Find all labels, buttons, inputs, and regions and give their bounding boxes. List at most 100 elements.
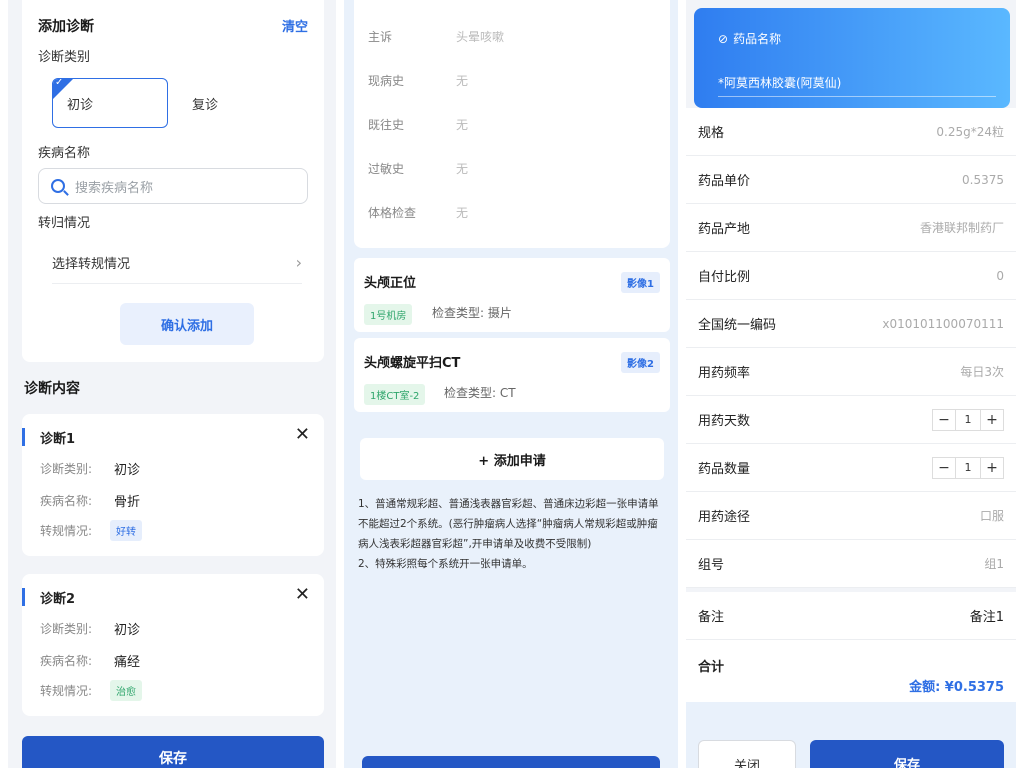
plus-button[interactable]: +: [981, 412, 1003, 428]
exam-item[interactable]: 头颅正位 影像1 1号机房 检查类型: 摄片: [354, 258, 670, 332]
quantity-row: 药品数量 − 1 +: [686, 444, 1016, 492]
request-notes: 1、普通常规彩超、普通浅表器官彩超、普通床边彩超一张申请单不能超过2个系统。(恶…: [358, 498, 659, 570]
image-badge: 影像1: [621, 272, 660, 293]
exam-request-panel: 主诉 头晕咳嗽 现病史 无 既往史 无 过敏史 无 体格检查 无 头颅正位 影像…: [344, 0, 678, 768]
row-value: 组1: [984, 557, 1004, 571]
row-value: x010101100070111: [882, 316, 1004, 331]
diagnosis-content-title: 诊断内容: [24, 381, 80, 397]
close-icon[interactable]: ✕: [295, 424, 310, 445]
unit-price-row: 药品单价 0.5375: [686, 156, 1016, 204]
frequency-row[interactable]: 用药频率 每日3次: [686, 348, 1016, 396]
disease-value: 骨折: [114, 495, 141, 510]
accent-bar: [22, 428, 25, 446]
drug-name-label: 药品名称: [733, 32, 782, 46]
row-value: 0.25g*24粒: [936, 125, 1004, 139]
link-icon: ⊘: [718, 31, 729, 46]
outcome-select-text: 选择转规情况: [52, 257, 131, 272]
save-button[interactable]: 保存: [810, 740, 1004, 768]
medical-history-card: 主诉 头晕咳嗽 现病史 无 既往史 无 过敏史 无 体格检查 无: [354, 0, 670, 248]
search-icon: [51, 179, 65, 193]
close-button[interactable]: 关闭: [698, 740, 796, 768]
history-value: 无: [456, 118, 469, 132]
exam-title: 头颅正位: [364, 276, 417, 291]
row-key: 用药途径: [698, 510, 751, 525]
save-button[interactable]: 保存: [22, 736, 324, 768]
check-icon: ✓: [55, 78, 64, 88]
row-key: 药品产地: [698, 222, 751, 237]
total-label: 合计: [698, 660, 725, 675]
room-tag: 1号机房: [364, 304, 413, 325]
type-option-label: 复诊: [192, 97, 219, 113]
type-option-follow-up[interactable]: 复诊: [178, 78, 294, 128]
disease-name-label: 疾病名称: [38, 146, 91, 161]
minus-button[interactable]: −: [933, 460, 955, 476]
search-placeholder: 搜索疾病名称: [75, 180, 154, 196]
outcome-key: 转规情况:: [40, 524, 93, 538]
drug-header: ⊘ 药品名称 *阿莫西林胶囊(阿莫仙): [694, 8, 1010, 108]
row-value: 0.5375: [962, 172, 1004, 187]
history-value: 无: [456, 162, 469, 176]
drug-name-value[interactable]: *阿莫西林胶囊(阿莫仙): [718, 74, 841, 91]
type-key: 诊断类别:: [40, 462, 93, 476]
row-key: 全国统一编码: [698, 318, 777, 333]
history-key: 体格检查: [368, 206, 417, 220]
history-key: 既往史: [368, 118, 405, 132]
row-key: 自付比例: [698, 270, 751, 285]
confirm-add-button[interactable]: 确认添加: [120, 303, 254, 345]
row-key: 药品数量: [698, 462, 751, 477]
route-row[interactable]: 用药途径 口服: [686, 492, 1016, 540]
remark-row[interactable]: 备注 备注1: [686, 592, 1016, 640]
row-key: 规格: [698, 126, 725, 141]
diagnosis-card: 诊断1 ✕ 诊断类别: 初诊 疾病名称: 骨折 转规情况: 好转: [22, 414, 324, 556]
row-key: 备注: [698, 610, 725, 625]
self-pay-row: 自付比例 0: [686, 252, 1016, 300]
disease-value: 痛经: [114, 655, 141, 670]
type-key: 诊断类别:: [40, 622, 93, 636]
total-amount: 金额: ¥0.5375: [909, 680, 1004, 695]
drug-label-row: ⊘ 药品名称: [718, 30, 781, 47]
outcome-tag: 好转: [110, 520, 142, 541]
exam-item[interactable]: 头颅螺旋平扫CT 影像2 1楼CT室-2 检查类型: CT: [354, 338, 670, 412]
diagnosis-title: 诊断1: [40, 432, 76, 447]
exam-type: 检查类型: CT: [444, 386, 516, 400]
type-value: 初诊: [114, 623, 141, 638]
quantity-stepper: − 1 +: [932, 456, 1004, 479]
national-code-row: 全国统一编码 x010101100070111: [686, 300, 1016, 348]
action-bar: 关闭 保存: [686, 702, 1016, 768]
exam-type: 检查类型: 摄片: [432, 306, 512, 320]
history-key: 主诉: [368, 30, 393, 44]
history-value: 无: [456, 206, 469, 220]
disease-key: 疾病名称:: [40, 494, 93, 508]
outcome-select[interactable]: 选择转规情况 ›: [52, 242, 302, 284]
room-tag: 1楼CT室-2: [364, 384, 426, 405]
drug-detail-panel: ⊘ 药品名称 *阿莫西林胶囊(阿莫仙) 规格 0.25g*24粒 药品单价 0.…: [686, 0, 1016, 768]
image-badge: 影像2: [621, 352, 660, 373]
row-key: 组号: [698, 558, 725, 573]
row-key: 药品单价: [698, 174, 751, 189]
clear-button[interactable]: 清空: [282, 16, 308, 35]
add-request-button[interactable]: + 添加申请: [360, 438, 664, 480]
row-key: 用药频率: [698, 366, 751, 381]
group-row[interactable]: 组号 组1: [686, 540, 1016, 588]
type-option-first-visit[interactable]: ✓ 初诊: [52, 78, 168, 128]
bottom-button[interactable]: [362, 756, 660, 768]
disease-search-input[interactable]: 搜索疾病名称: [38, 168, 308, 204]
history-key: 过敏史: [368, 162, 405, 176]
add-diagnosis-card: 添加诊断 清空 诊断类别 ✓ 初诊 复诊 疾病名称 搜索疾病名称 转归情况 选择…: [22, 0, 324, 362]
plus-button[interactable]: +: [981, 460, 1003, 476]
minus-button[interactable]: −: [933, 412, 955, 428]
spec-row: 规格 0.25g*24粒: [686, 108, 1016, 156]
exam-title: 头颅螺旋平扫CT: [364, 356, 461, 371]
outcome-label: 转归情况: [38, 216, 91, 231]
close-icon[interactable]: ✕: [295, 584, 310, 605]
diagnosis-panel: 添加诊断 清空 诊断类别 ✓ 初诊 复诊 疾病名称 搜索疾病名称 转归情况 选择…: [8, 0, 336, 768]
diagnosis-card: 诊断2 ✕ 诊断类别: 初诊 疾病名称: 痛经 转规情况: 治愈: [22, 574, 324, 716]
origin-row: 药品产地 香港联邦制药厂: [686, 204, 1016, 252]
row-value: 每日3次: [960, 365, 1004, 379]
row-value: 备注1: [969, 610, 1004, 625]
quantity-value[interactable]: 1: [955, 457, 981, 478]
diagnosis-title: 诊断2: [40, 592, 76, 607]
history-key: 现病史: [368, 74, 405, 88]
accent-bar: [22, 588, 25, 606]
days-value[interactable]: 1: [955, 409, 981, 430]
